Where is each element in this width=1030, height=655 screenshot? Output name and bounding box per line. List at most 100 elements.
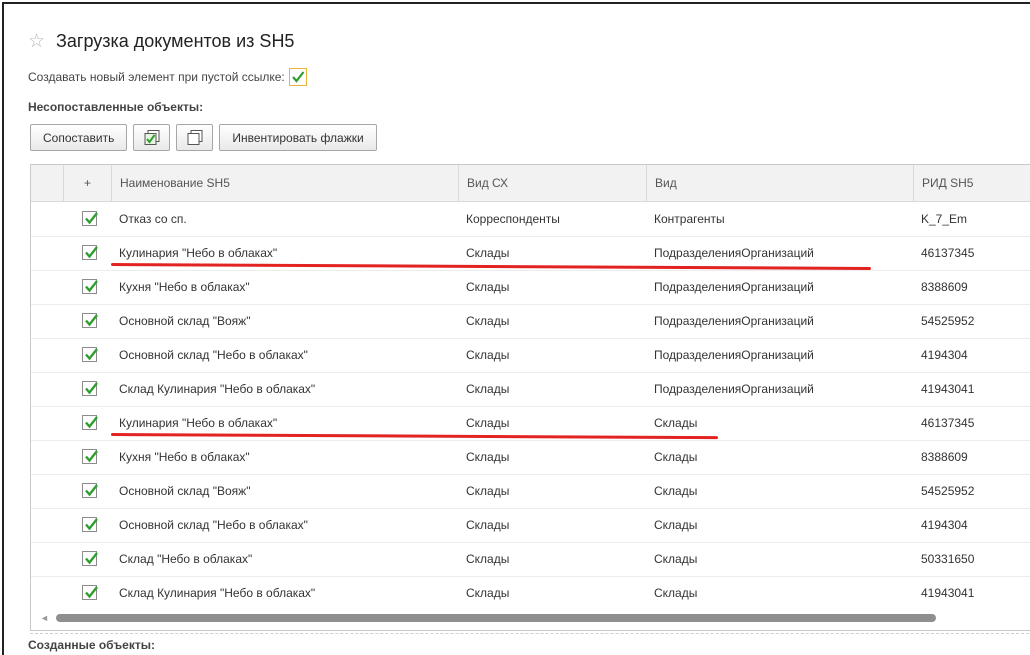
column-header-vid-sx[interactable]: Вид СХ	[458, 165, 646, 201]
cell-name: Склад Кулинария "Небо в облаках"	[119, 586, 316, 600]
cell-name: Основной склад "Вояж"	[119, 484, 251, 498]
invert-flags-button[interactable]: Инвентировать флажки	[219, 124, 377, 151]
cell-vid-sx: Склады	[466, 552, 510, 566]
form-window: ☆ Загрузка документов из SH5 Создавать н…	[2, 2, 1030, 655]
cell-vid: ПодразделенияОрганизаций	[654, 382, 814, 396]
checkmark-icon	[85, 552, 98, 565]
cell-vid: Склады	[654, 518, 698, 532]
cell-vid-sx: Склады	[466, 348, 510, 362]
cell-vid-sx: Склады	[466, 518, 510, 532]
scrollbar-thumb[interactable]	[56, 614, 936, 622]
cell-rid: 4194304	[921, 518, 968, 532]
title-row: ☆ Загрузка документов из SH5	[28, 28, 294, 54]
table-row[interactable]: Склад Кулинария "Небо в облаках" Склады Ск…	[31, 576, 1030, 611]
row-checkbox[interactable]	[82, 483, 98, 498]
checkmark-icon	[85, 484, 98, 497]
cell-vid: Склады	[654, 484, 698, 498]
row-checkbox[interactable]	[82, 449, 98, 464]
cell-vid: Склады	[654, 552, 698, 566]
cell-rid: 4194304	[921, 348, 968, 362]
cell-rid: 8388609	[921, 450, 968, 464]
cell-vid: ПодразделенияОрганизаций	[654, 314, 814, 328]
uncheck-all-icon	[187, 129, 203, 145]
cell-vid: ПодразделенияОрганизаций	[654, 246, 814, 260]
match-button[interactable]: Сопоставить	[30, 124, 128, 151]
checkmark-icon	[85, 518, 98, 531]
cell-rid: 8388609	[921, 280, 968, 294]
cell-name: Отказ со сп.	[119, 212, 187, 226]
checkmark-icon	[85, 450, 98, 463]
toolbar: Сопоставить Инвентировать флажки	[30, 124, 377, 151]
cell-rid: 41943041	[921, 586, 975, 600]
cell-name: Основной склад "Небо в облаках"	[119, 348, 308, 362]
row-checkbox[interactable]	[82, 585, 98, 600]
row-checkbox[interactable]	[82, 381, 98, 396]
cell-vid: ПодразделенияОрганизаций	[654, 280, 814, 294]
cell-vid: Склады	[654, 450, 698, 464]
checkmark-icon	[85, 212, 98, 225]
cell-rid: 54525952	[921, 484, 975, 498]
row-checkbox[interactable]	[82, 279, 98, 294]
cell-rid: 50331650	[921, 552, 975, 566]
table-row[interactable]: Основной склад "Небо в облаках" Склады Скл…	[31, 508, 1030, 543]
table-row[interactable]: Склад Кулинария "Небо в облаках" Склады По…	[31, 372, 1030, 407]
column-header-add[interactable]: +	[63, 165, 111, 201]
favorite-star-icon[interactable]: ☆	[28, 32, 48, 51]
row-checkbox[interactable]	[82, 415, 98, 430]
row-checkbox[interactable]	[82, 347, 98, 362]
table-row[interactable]: Основной склад "Вояж" Склады Склады 5452595…	[31, 474, 1030, 509]
checkmark-icon	[85, 586, 98, 599]
cell-name: Основной склад "Небо в облаках"	[119, 518, 308, 532]
cell-vid-sx: Склады	[466, 280, 510, 294]
create-new-label: Создавать новый элемент при пустой ссылк…	[28, 70, 285, 84]
checkmark-icon	[85, 280, 98, 293]
table-row[interactable]: Отказ со сп. Корреспонденты Контрагенты K_7…	[31, 202, 1030, 237]
table-row[interactable]: Склад "Небо в облаках" Склады Склады 503316…	[31, 542, 1030, 577]
cell-vid-sx: Склады	[466, 484, 510, 498]
table-row[interactable]: Кухня "Небо в облаках" Склады Склады 838860…	[31, 440, 1030, 475]
cell-vid-sx: Склады	[466, 586, 510, 600]
cell-rid: K_7_Em	[921, 212, 968, 226]
cell-rid: 46137345	[921, 246, 975, 260]
cell-name: Склад Кулинария "Небо в облаках"	[119, 382, 316, 396]
checkmark-icon	[85, 416, 98, 429]
cell-rid: 41943041	[921, 382, 975, 396]
cell-rid: 54525952	[921, 314, 975, 328]
create-new-checkbox[interactable]	[288, 68, 307, 86]
table-row[interactable]: Основной склад "Небо в облаках" Склады Под…	[31, 338, 1030, 373]
horizontal-scrollbar[interactable]: ◄	[31, 608, 1030, 630]
column-header-name[interactable]: Наименование SH5	[111, 165, 458, 201]
table-row[interactable]: Кухня "Небо в облаках" Склады Подразделени…	[31, 270, 1030, 305]
created-objects-label: Созданные объекты:	[28, 638, 155, 652]
page-title: Загрузка документов из SH5	[56, 30, 295, 51]
cell-vid-sx: Корреспонденты	[466, 212, 560, 226]
column-header-rid[interactable]: РИД SH5	[913, 165, 1030, 201]
row-checkbox[interactable]	[82, 551, 98, 566]
unmatched-objects-label: Несопоставленные объекты:	[28, 100, 204, 114]
row-checkbox[interactable]	[82, 313, 98, 328]
checkmark-icon	[85, 382, 98, 395]
checkmark-icon	[291, 71, 305, 83]
row-checkbox[interactable]	[82, 245, 98, 260]
cell-name: Основной склад "Вояж"	[119, 314, 251, 328]
cell-vid-sx: Склады	[466, 382, 510, 396]
cell-vid-sx: Склады	[466, 450, 510, 464]
table-row[interactable]: Основной склад "Вояж" Склады Подразделения…	[31, 304, 1030, 339]
row-checkbox[interactable]	[82, 517, 98, 532]
cell-vid-sx: Склады	[466, 314, 510, 328]
check-all-icon	[144, 129, 160, 145]
uncheck-all-button[interactable]	[176, 124, 214, 151]
table-header: + Наименование SH5 Вид СХ Вид РИД SH5	[31, 165, 1030, 202]
cell-vid: ПодразделенияОрганизаций	[654, 348, 814, 362]
cell-vid: Склады	[654, 586, 698, 600]
checkmark-icon	[85, 348, 98, 361]
column-header-vid[interactable]: Вид	[646, 165, 913, 201]
cell-name: Кухня "Небо в облаках"	[119, 450, 250, 464]
check-all-button[interactable]	[133, 124, 171, 151]
checkmark-icon	[85, 314, 98, 327]
unmatched-objects-table: + Наименование SH5 Вид СХ Вид РИД SH5 От…	[30, 164, 1030, 631]
divider	[30, 633, 1030, 634]
cell-name: Кухня "Небо в облаках"	[119, 280, 250, 294]
row-checkbox[interactable]	[82, 211, 98, 226]
scroll-left-icon[interactable]: ◄	[40, 613, 49, 623]
